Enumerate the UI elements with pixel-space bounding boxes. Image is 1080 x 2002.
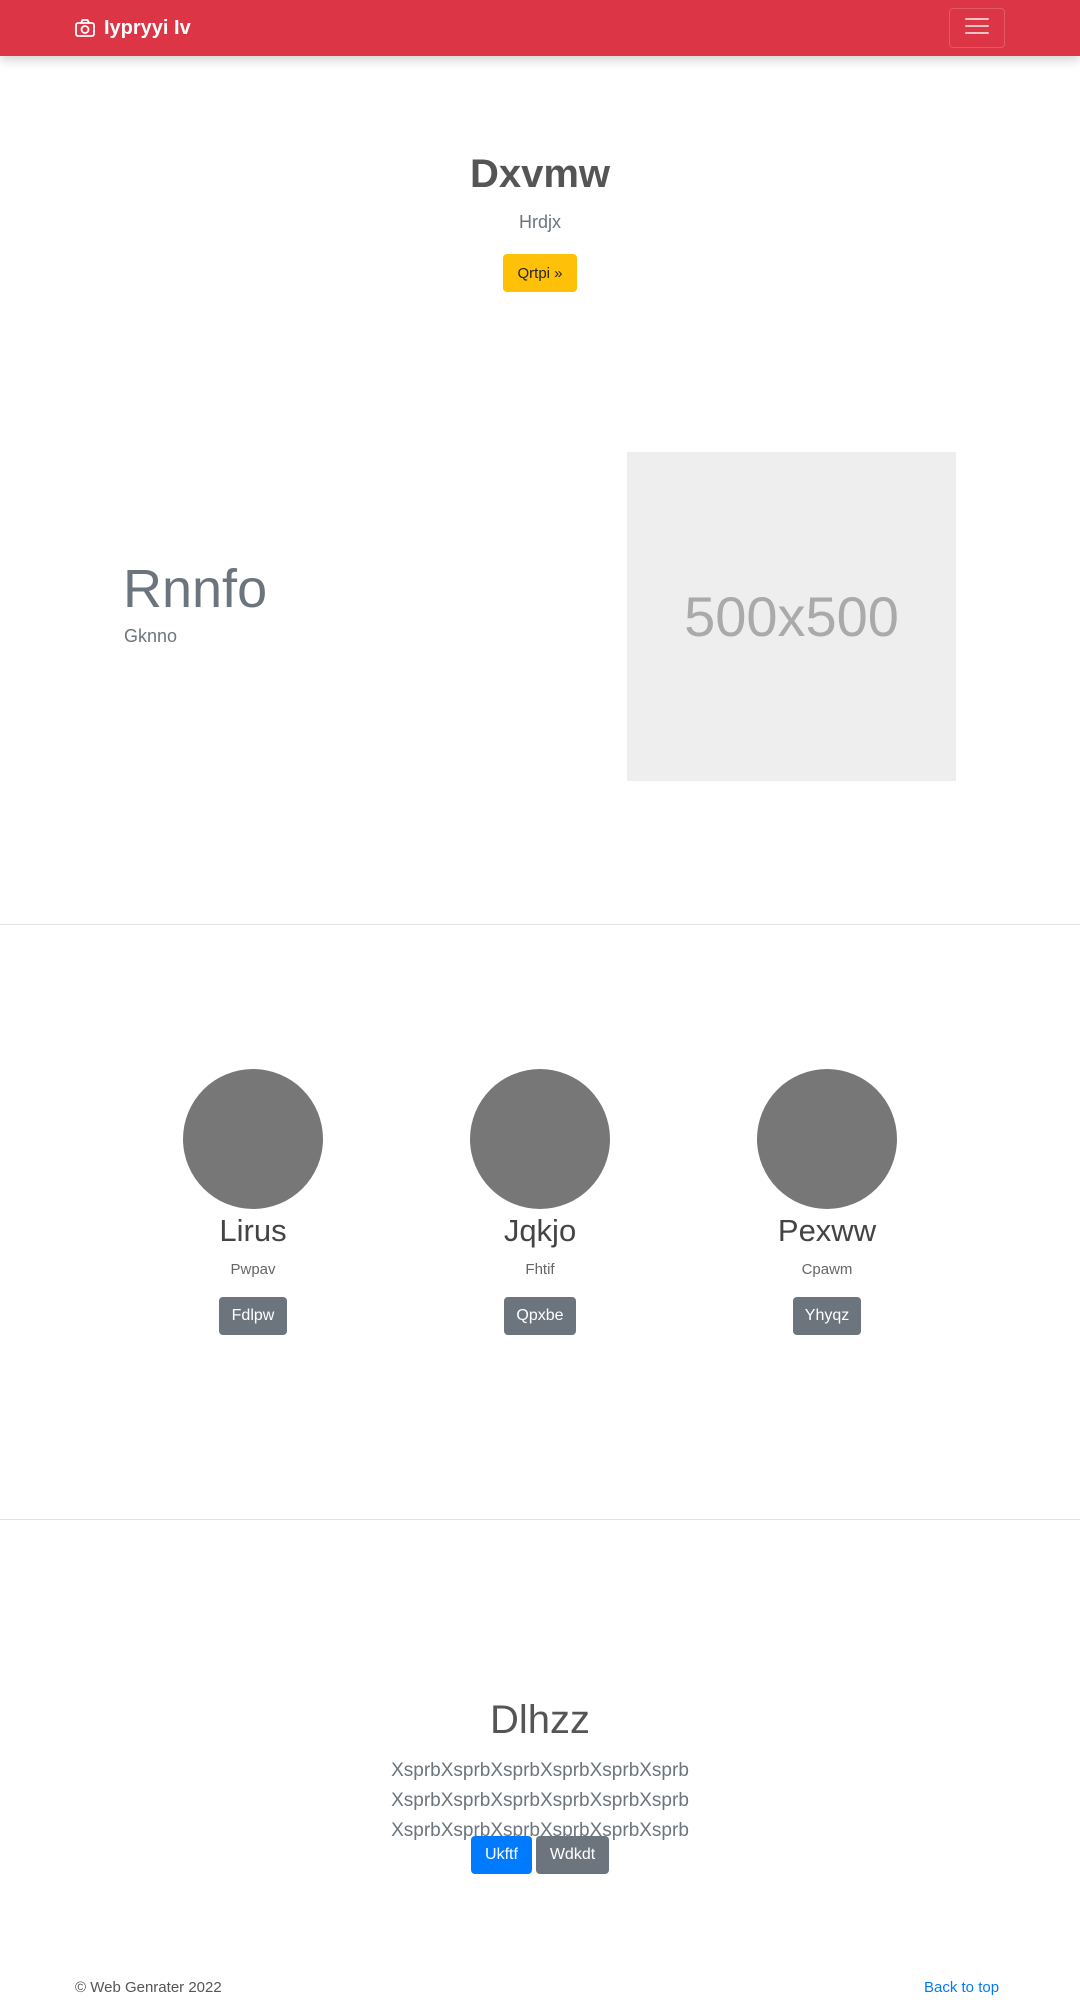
avatar (757, 1069, 897, 1209)
brand-text: Iypryyi Iv (104, 16, 191, 39)
footer-copyright: © Web Genrater 2022 (75, 1979, 222, 1996)
team-member-button[interactable]: Yhyqz (793, 1297, 861, 1335)
feature-title: Rnnfo (123, 559, 268, 619)
camera-icon (74, 17, 96, 39)
hamburger-menu-icon (962, 11, 992, 46)
team-card: Lirus Pwpav Fdlpw (133, 1069, 373, 1335)
avatar (183, 1069, 323, 1209)
back-to-top-link[interactable]: Back to top (924, 1979, 999, 1996)
team-member-role: Pwpav (230, 1261, 276, 1278)
team-member-button[interactable]: Fdlpw (219, 1297, 287, 1335)
avatar (470, 1069, 610, 1209)
navbar-toggler-button[interactable] (949, 8, 1005, 48)
team-member-role: Cpawm (801, 1261, 853, 1278)
hero-action-button[interactable]: Qrtpi » (503, 254, 577, 292)
team-member-name: Jqkjo (503, 1213, 577, 1248)
team-member-name: Pexww (777, 1213, 877, 1248)
cta-primary-button[interactable]: Ukftf (471, 1836, 532, 1874)
feature-image-placeholder: 500x500 (627, 452, 956, 781)
hero-subtitle: Hrdjx (518, 212, 561, 232)
team-card: Pexww Cpawm Yhyqz (707, 1069, 947, 1335)
team-member-button[interactable]: Qpxbe (504, 1297, 576, 1335)
placeholder-label: 500x500 (684, 585, 899, 648)
cta-title: Dlhzz (489, 1698, 591, 1742)
team-member-name: Lirus (219, 1213, 287, 1248)
brand-link[interactable]: Iypryyi Iv (74, 0, 191, 56)
hero-title: Dxvmw (469, 152, 611, 196)
cta-text: XsprbXsprbXsprbXsprbXsprbXsprb XsprbXspr… (391, 1760, 689, 1841)
feature-subtitle: Gknno (124, 626, 178, 646)
section-divider (0, 924, 1080, 925)
section-divider (0, 1519, 1080, 1520)
cta-secondary-button[interactable]: Wdkdt (536, 1836, 609, 1874)
team-card: Jqkjo Fhtif Qpxbe (420, 1069, 660, 1335)
top-navbar: Iypryyi Iv (0, 0, 1080, 56)
team-member-role: Fhtif (525, 1261, 555, 1278)
